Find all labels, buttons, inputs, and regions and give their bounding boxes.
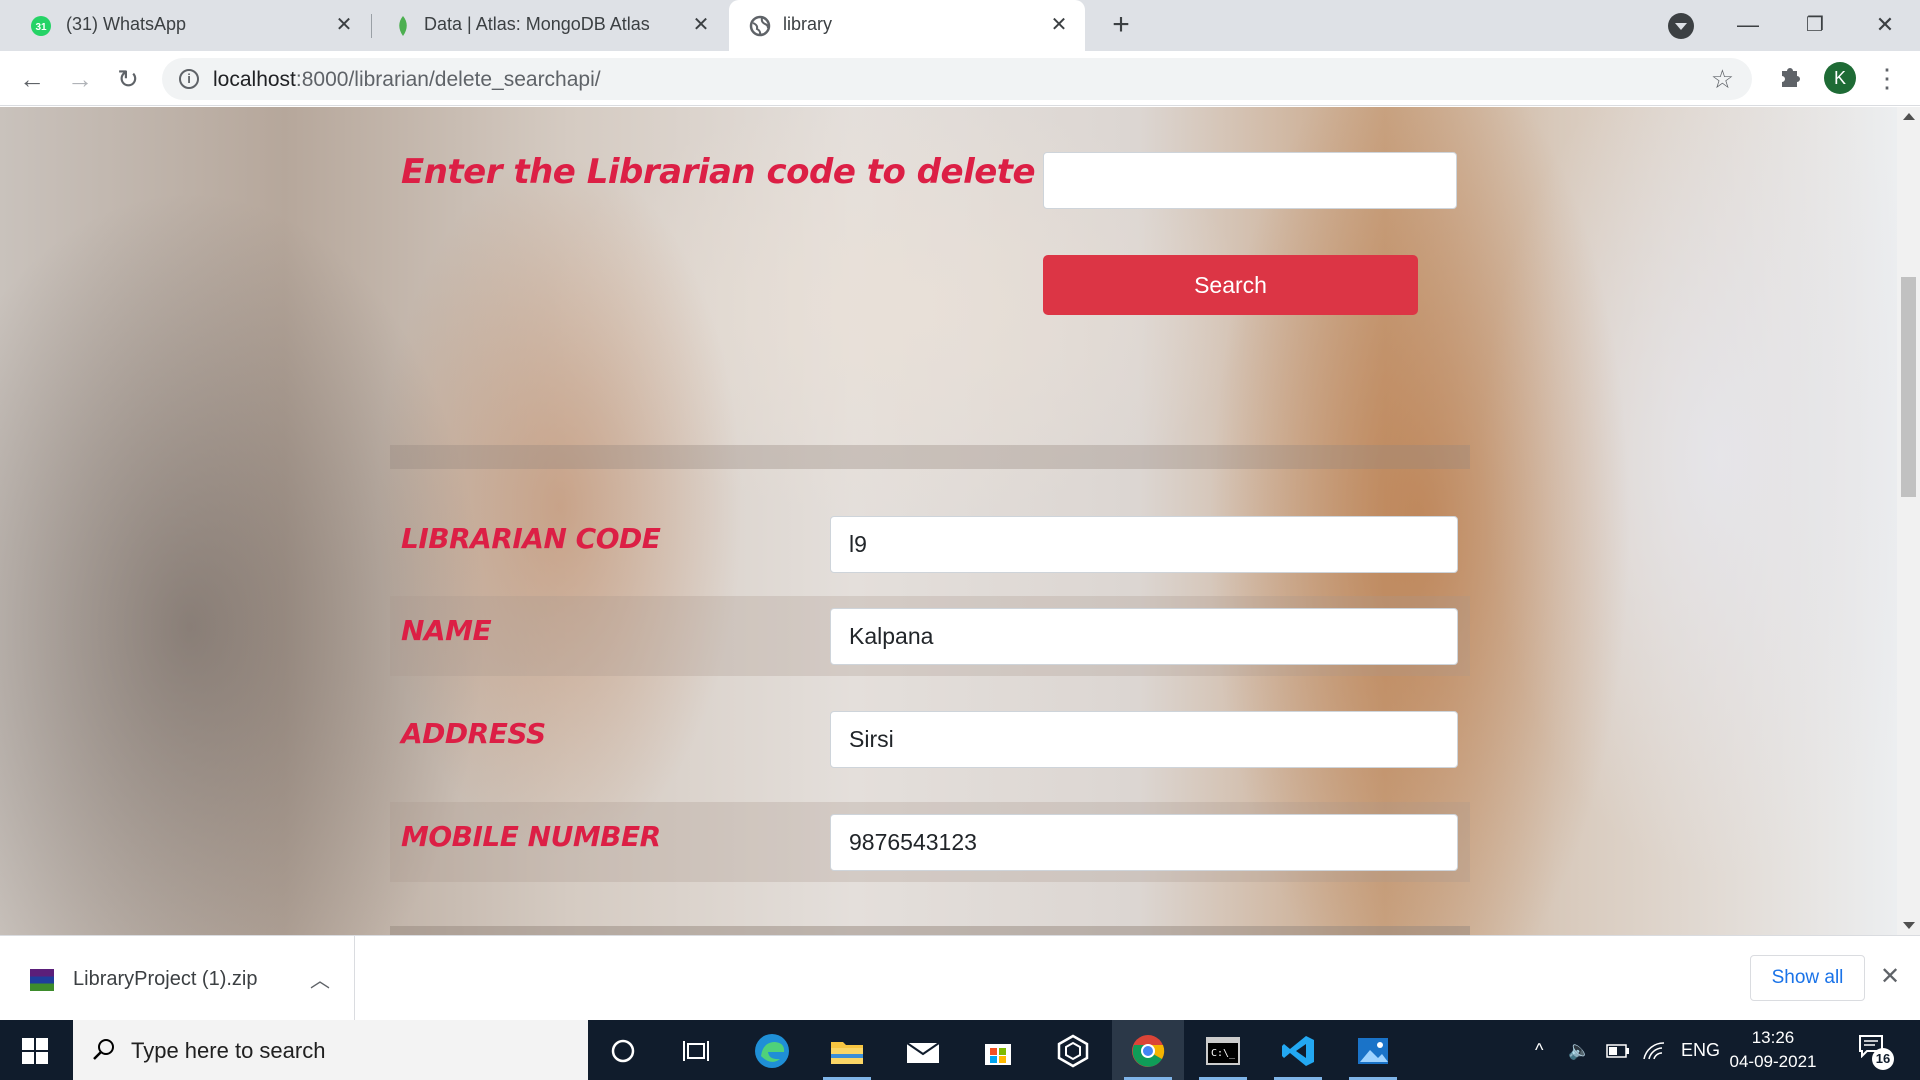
field-label: LIBRARIAN CODE bbox=[401, 522, 661, 555]
search-button[interactable]: Search bbox=[1043, 255, 1418, 315]
close-tab-icon[interactable]: ✕ bbox=[689, 13, 713, 37]
tab-title: (31) WhatsApp bbox=[66, 14, 187, 34]
cube-app-icon[interactable] bbox=[1037, 1020, 1109, 1080]
scroll-thumb[interactable] bbox=[1901, 277, 1916, 497]
tab-strip: 31 (31) WhatsApp ✕ Data | Atlas: MongoDB… bbox=[0, 0, 1920, 51]
download-item[interactable]: LibraryProject (1).zip ︿ bbox=[0, 936, 355, 1021]
librarian-code-field[interactable]: l9 bbox=[830, 516, 1458, 573]
close-tab-icon[interactable]: ✕ bbox=[332, 13, 356, 37]
edge-browser-icon[interactable] bbox=[736, 1020, 808, 1080]
tab-mongodb-atlas[interactable]: Data | Atlas: MongoDB Atlas ✕ bbox=[372, 0, 727, 51]
search-placeholder: Type here to search bbox=[131, 1038, 326, 1063]
page-heading: Enter the Librarian code to delete bbox=[401, 152, 1036, 192]
svg-text:C:\_: C:\_ bbox=[1211, 1048, 1236, 1059]
mongodb-leaf-icon bbox=[392, 15, 414, 37]
bookmark-star-icon[interactable]: ☆ bbox=[1711, 64, 1734, 95]
page-viewport: Enter the Librarian code to delete Searc… bbox=[0, 107, 1897, 935]
task-view-icon[interactable] bbox=[660, 1020, 732, 1080]
taskbar-search-box[interactable]: Type here to search bbox=[73, 1020, 588, 1080]
librarian-code-row: LIBRARIAN CODE l9 bbox=[390, 504, 1470, 584]
tab-library[interactable]: library ✕ bbox=[729, 0, 1085, 51]
cortana-icon[interactable] bbox=[587, 1020, 659, 1080]
tab-whatsapp[interactable]: 31 (31) WhatsApp ✕ bbox=[0, 0, 370, 51]
minimize-icon[interactable]: — bbox=[1728, 8, 1768, 42]
librarian-code-search-input[interactable] bbox=[1043, 152, 1457, 209]
tab-search-icon[interactable] bbox=[1668, 13, 1694, 39]
winrar-archive-icon bbox=[30, 969, 54, 991]
tab-title: library bbox=[783, 14, 833, 34]
close-tab-icon[interactable]: ✕ bbox=[1047, 13, 1071, 37]
clock-date: 04-09-2021 bbox=[1729, 1052, 1817, 1071]
field-label: ADDRESS bbox=[401, 717, 546, 750]
restore-icon[interactable]: ❐ bbox=[1795, 8, 1835, 42]
chevron-up-icon[interactable]: ︿ bbox=[310, 964, 330, 993]
section-divider bbox=[390, 445, 1470, 469]
address-field[interactable]: Sirsi bbox=[830, 711, 1458, 768]
language-indicator[interactable]: ENG bbox=[1681, 1020, 1720, 1080]
whatsapp-icon: 31 bbox=[30, 15, 52, 37]
browser-toolbar: ← → ↻ i localhost:8000/librarian/delete_… bbox=[0, 51, 1920, 106]
extensions-puzzle-icon[interactable] bbox=[1775, 63, 1805, 93]
field-label: MOBILE NUMBER bbox=[401, 820, 661, 853]
mail-icon[interactable] bbox=[887, 1020, 959, 1080]
field-label: NAME bbox=[401, 614, 492, 647]
page-scrollbar[interactable] bbox=[1897, 107, 1920, 935]
globe-icon bbox=[749, 15, 771, 37]
show-all-button[interactable]: Show all bbox=[1750, 955, 1865, 1001]
download-bar: LibraryProject (1).zip ︿ Show all ✕ bbox=[0, 935, 1920, 1021]
address-bar[interactable]: i localhost:8000/librarian/delete_search… bbox=[162, 58, 1752, 100]
back-icon[interactable]: ← bbox=[16, 63, 48, 95]
photos-icon[interactable] bbox=[1337, 1020, 1409, 1080]
svg-text:31: 31 bbox=[35, 22, 47, 33]
vscode-icon[interactable] bbox=[1262, 1020, 1334, 1080]
file-explorer-icon[interactable] bbox=[811, 1020, 883, 1080]
download-file-name: LibraryProject (1).zip bbox=[73, 968, 258, 990]
reload-icon[interactable]: ↻ bbox=[112, 63, 144, 95]
new-tab-button[interactable]: + bbox=[1105, 10, 1137, 42]
section-divider bbox=[390, 926, 1470, 935]
site-info-icon[interactable]: i bbox=[179, 69, 199, 89]
chrome-icon[interactable] bbox=[1112, 1020, 1184, 1080]
search-icon bbox=[91, 1036, 117, 1069]
system-clock[interactable]: 13:26 04-09-2021 bbox=[1728, 1026, 1818, 1074]
profile-avatar[interactable]: K bbox=[1824, 62, 1856, 94]
close-download-bar-icon[interactable]: ✕ bbox=[1880, 962, 1900, 991]
clock-time: 13:26 bbox=[1751, 1028, 1795, 1047]
scroll-down-arrow-icon[interactable] bbox=[1903, 922, 1915, 929]
chevron-up-tray-icon[interactable]: ^ bbox=[1535, 1020, 1543, 1080]
terminal-icon[interactable]: C:\_ bbox=[1187, 1020, 1259, 1080]
battery-icon[interactable] bbox=[1606, 1020, 1630, 1080]
mobile-number-row: MOBILE NUMBER 9876543123 bbox=[390, 802, 1470, 882]
microsoft-store-icon[interactable] bbox=[962, 1020, 1034, 1080]
tab-title: Data | Atlas: MongoDB Atlas bbox=[424, 14, 650, 34]
scroll-up-arrow-icon[interactable] bbox=[1903, 113, 1915, 120]
windows-start-icon[interactable] bbox=[22, 1038, 48, 1064]
forward-icon[interactable]: → bbox=[64, 63, 96, 95]
name-row: NAME Kalpana bbox=[390, 596, 1470, 676]
notification-center-icon[interactable]: 16 bbox=[1858, 1034, 1894, 1070]
windows-taskbar: Type here to search C:\_ ^ 🔈 ENG 13:26 0… bbox=[0, 1020, 1920, 1080]
mobile-number-field[interactable]: 9876543123 bbox=[830, 814, 1458, 871]
volume-icon[interactable]: 🔈 bbox=[1568, 1020, 1590, 1080]
address-row: ADDRESS Sirsi bbox=[390, 699, 1470, 779]
url-text[interactable]: localhost:8000/librarian/delete_searchap… bbox=[213, 68, 601, 92]
close-window-icon[interactable]: ✕ bbox=[1865, 8, 1905, 42]
wifi-icon[interactable] bbox=[1642, 1020, 1666, 1080]
more-menu-icon[interactable]: ⋮ bbox=[1874, 62, 1900, 94]
notification-count-badge: 16 bbox=[1872, 1048, 1894, 1070]
name-field[interactable]: Kalpana bbox=[830, 608, 1458, 665]
